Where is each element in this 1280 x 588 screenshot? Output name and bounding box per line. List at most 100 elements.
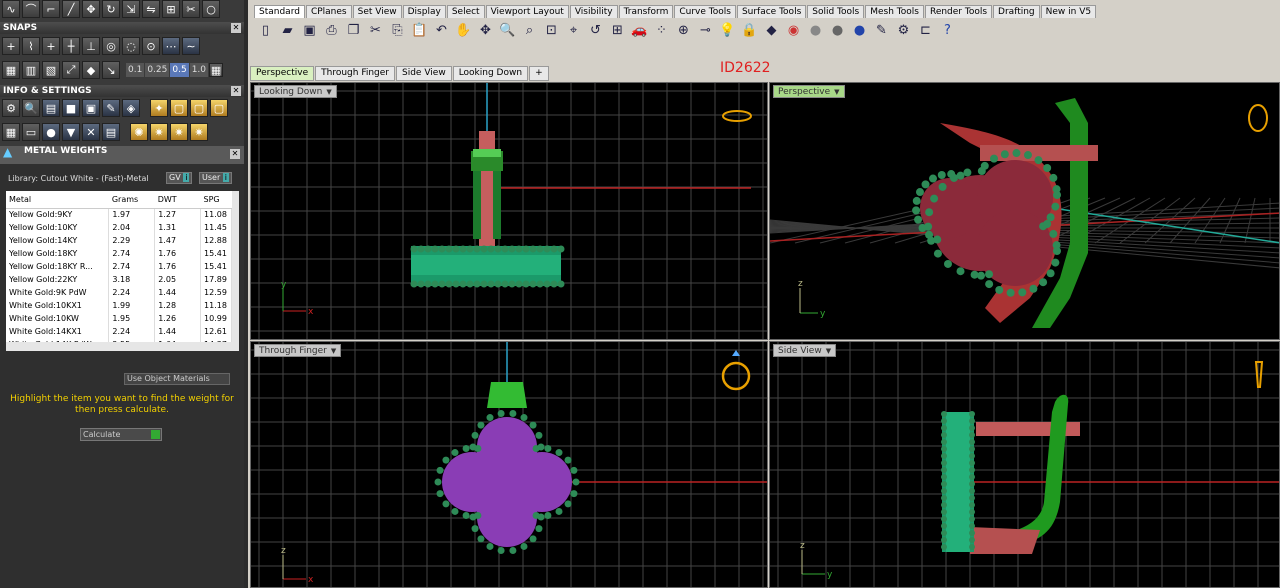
table-row[interactable]: Yellow Gold:18KY R... 2.74 1.76 15.41 xyxy=(6,260,232,273)
new-file-icon[interactable]: ▯ xyxy=(256,20,275,40)
viewport-side-view[interactable]: y z Side View ▼ xyxy=(769,341,1280,588)
view-tab[interactable]: Side View xyxy=(396,66,452,81)
open-folder-icon[interactable]: ▰ xyxy=(278,20,297,40)
toolbar-tab[interactable]: Curve Tools xyxy=(674,5,736,18)
sphere-icon[interactable]: ● xyxy=(42,123,60,141)
table-row[interactable]: White Gold:14KX1 2.24 1.44 12.61 xyxy=(6,325,232,338)
snap-cen-icon[interactable]: ⊥ xyxy=(82,37,100,55)
box-icon[interactable]: ▣ xyxy=(82,99,100,117)
edit-icon[interactable]: ✎ xyxy=(102,99,120,117)
gv-button[interactable]: GV i xyxy=(166,172,193,184)
options-icon[interactable]: ⊏ xyxy=(916,20,935,40)
close-icon[interactable]: ✕ xyxy=(230,149,240,159)
rendered-icon[interactable]: ● xyxy=(828,20,847,40)
planar-icon[interactable]: ▧ xyxy=(42,61,60,79)
table-row[interactable]: Yellow Gold:18KY 2.74 1.76 15.41 xyxy=(6,247,232,260)
col-spg[interactable]: SPG xyxy=(200,191,232,209)
color-wheel-icon[interactable]: ◉ xyxy=(784,20,803,40)
smarttrack-icon[interactable]: ↘ xyxy=(102,61,120,79)
zoom-window-icon[interactable]: ⌕ xyxy=(520,20,539,40)
arc-icon[interactable]: ⌒ xyxy=(22,0,40,18)
move-icon[interactable]: ✥ xyxy=(82,0,100,18)
points-icon[interactable]: ⁘ xyxy=(652,20,671,40)
grid-value-3[interactable]: 0.5 xyxy=(170,63,189,77)
viewport-label[interactable]: Side View ▼ xyxy=(773,344,837,357)
copy-paste-icon[interactable]: ❐ xyxy=(344,20,363,40)
snap-point-icon[interactable]: + xyxy=(42,37,60,55)
settings-icon[interactable]: ⚙ xyxy=(2,99,20,117)
horizontal-scrollbar[interactable] xyxy=(6,342,239,351)
zoom-selected-icon[interactable]: ⌖ xyxy=(564,20,583,40)
table-row[interactable]: White Gold:9K PdW 2.24 1.44 12.59 xyxy=(6,286,232,299)
vertical-scrollbar[interactable] xyxy=(232,191,239,351)
use-object-materials-button[interactable]: Use Object Materials xyxy=(124,373,230,385)
user-button[interactable]: User i xyxy=(199,172,233,184)
toolbar-tab[interactable]: CPlanes xyxy=(305,5,352,18)
grid-settings-icon[interactable]: ▦ xyxy=(209,63,224,77)
select-icon[interactable]: ⊕ xyxy=(674,20,693,40)
snap-perp-icon[interactable]: ◌ xyxy=(122,37,140,55)
close-icon[interactable]: ✕ xyxy=(231,86,241,96)
material-icon[interactable]: ◆ xyxy=(762,20,781,40)
analyze-icon[interactable]: ⊸ xyxy=(696,20,715,40)
pan-icon[interactable]: ✋ xyxy=(454,20,473,40)
print-icon[interactable]: ⎙ xyxy=(322,20,341,40)
snap-near-icon[interactable]: ⌇ xyxy=(22,37,40,55)
toolbar-tab[interactable]: Solid Tools xyxy=(807,5,865,18)
viewport-label[interactable]: Looking Down ▼ xyxy=(254,85,337,98)
array-icon[interactable]: ⊞ xyxy=(162,0,180,18)
spark-icon[interactable]: ✷ xyxy=(150,123,168,141)
calculate-button[interactable]: Calculate xyxy=(80,428,162,441)
viewport-looking-down[interactable]: x y Looking Down ▼ xyxy=(250,82,768,340)
curve-icon[interactable]: ∿ xyxy=(2,0,20,18)
viewport-label[interactable]: Through Finger ▼ xyxy=(254,344,342,357)
viewport-layout-icon[interactable]: ⊞ xyxy=(608,20,627,40)
project-icon[interactable]: ⤢ xyxy=(62,61,80,79)
toolbar-tab[interactable]: Select xyxy=(446,5,485,18)
snap-knot-icon[interactable]: ∼ xyxy=(182,37,200,55)
table-row[interactable]: Yellow Gold:22KY 3.18 2.05 17.89 xyxy=(6,273,232,286)
paste-icon[interactable]: 📋 xyxy=(410,20,429,40)
toolbar-tab[interactable]: Transform xyxy=(618,5,674,18)
toolbar-tab[interactable]: Set View xyxy=(352,5,402,18)
snap-mid-icon[interactable]: ┼ xyxy=(62,37,80,55)
tools-icon[interactable]: ✕ xyxy=(82,123,100,141)
brush-icon[interactable]: ✎ xyxy=(872,20,891,40)
shaded-icon[interactable]: ● xyxy=(806,20,825,40)
frame3-icon[interactable]: ▢ xyxy=(210,99,228,117)
circle-icon[interactable]: ○ xyxy=(202,0,220,18)
toolbar-tab[interactable]: Standard xyxy=(254,5,305,18)
col-metal[interactable]: Metal xyxy=(6,191,109,209)
viewport-through-finger[interactable]: x z Through Finger ▼ xyxy=(250,341,768,588)
toolbar-tab[interactable]: Visibility xyxy=(569,5,618,18)
snap-tan-icon[interactable]: ⊙ xyxy=(142,37,160,55)
toolbar-tab[interactable]: New in V5 xyxy=(1040,5,1097,18)
table-row[interactable]: Yellow Gold:10KY 2.04 1.31 11.45 xyxy=(6,221,232,234)
car-icon[interactable]: 🚗 xyxy=(630,20,649,40)
zoom-extents-icon[interactable]: ⊡ xyxy=(542,20,561,40)
snap-int-icon[interactable]: ◎ xyxy=(102,37,120,55)
toolbar-tab[interactable]: Surface Tools xyxy=(736,5,807,18)
toolbar-tab[interactable]: Display xyxy=(402,5,446,18)
toolbar-tab[interactable]: Drafting xyxy=(993,5,1040,18)
gear-icon[interactable]: ⚙ xyxy=(894,20,913,40)
frame2-icon[interactable]: ▢ xyxy=(190,99,208,117)
magic-icon[interactable]: ✺ xyxy=(130,123,148,141)
grid-icon[interactable]: ▦ xyxy=(2,61,20,79)
grid-value-4[interactable]: 1.0 xyxy=(189,63,209,77)
object-icon[interactable]: ■ xyxy=(62,99,80,117)
osnap-icon[interactable]: ◆ xyxy=(82,61,100,79)
filter-icon[interactable]: ▼ xyxy=(62,123,80,141)
snap-quad-icon[interactable]: ⋯ xyxy=(162,37,180,55)
view-tab[interactable]: Looking Down xyxy=(452,66,529,81)
close-icon[interactable]: ✕ xyxy=(231,23,241,33)
help-icon[interactable]: ? xyxy=(938,20,957,40)
save-icon[interactable]: ▣ xyxy=(300,20,319,40)
cut-icon[interactable]: ✂ xyxy=(366,20,385,40)
col-grams[interactable]: Grams xyxy=(108,191,155,209)
gem-icon[interactable]: ✦ xyxy=(150,99,168,117)
col-dwt[interactable]: DWT xyxy=(154,191,201,209)
line-icon[interactable]: ╱ xyxy=(62,0,80,18)
display-icon[interactable]: ▤ xyxy=(102,123,120,141)
lock-icon[interactable]: 🔒 xyxy=(740,20,759,40)
